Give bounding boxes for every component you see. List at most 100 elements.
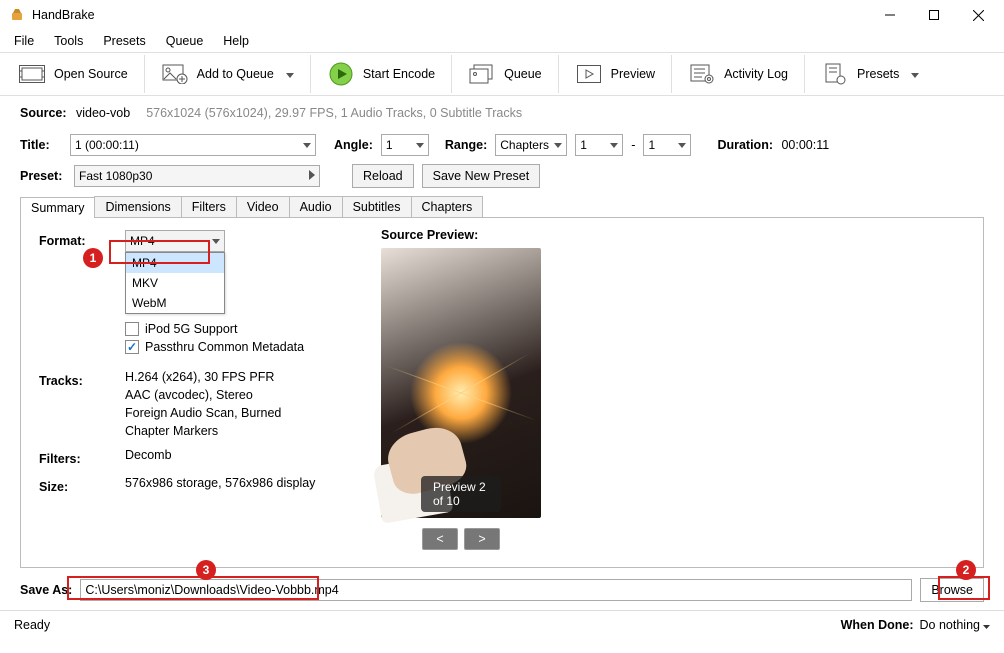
chevron-down-icon (416, 143, 424, 148)
passthru-label: Passthru Common Metadata (145, 340, 304, 354)
close-button[interactable] (956, 0, 1000, 30)
document-gear-icon (821, 63, 849, 85)
angle-select[interactable]: 1 (381, 134, 429, 156)
chevron-down-icon (212, 239, 220, 244)
checkmark-icon: ✓ (127, 341, 137, 353)
film-icon (18, 63, 46, 85)
title-select[interactable]: 1 (00:00:11) (70, 134, 316, 156)
status-text: Ready (14, 618, 50, 632)
status-bar: Ready When Done: Do nothing (0, 610, 1004, 638)
browse-button[interactable]: Browse (920, 578, 984, 602)
when-done-label: When Done: (841, 618, 914, 632)
source-label: Source: (20, 106, 68, 120)
tracks-label: Tracks: (39, 370, 101, 388)
angle-label: Angle: (334, 138, 373, 152)
activity-log-button[interactable]: Activity Log (676, 59, 800, 89)
tab-bar: Summary Dimensions Filters Video Audio S… (20, 196, 984, 218)
menu-bar: File Tools Presets Queue Help (0, 30, 1004, 52)
minimize-button[interactable] (868, 0, 912, 30)
tab-subtitles[interactable]: Subtitles (342, 196, 412, 217)
start-encode-button[interactable]: Start Encode (315, 59, 447, 89)
preset-label: Preset: (20, 169, 66, 183)
preview-next-button[interactable]: > (464, 528, 500, 550)
filters-label: Filters: (39, 448, 101, 466)
format-select[interactable]: MP4 (125, 230, 225, 252)
chevron-down-icon (303, 143, 311, 148)
track-line: AAC (avcodec), Stereo (125, 388, 281, 402)
source-info: 576x1024 (576x1024), 29.97 FPS, 1 Audio … (146, 106, 522, 120)
ipod-label: iPod 5G Support (145, 322, 237, 336)
title-label: Title: (20, 138, 62, 152)
preset-select[interactable]: Fast 1080p30 (74, 165, 320, 187)
ipod-support-checkbox[interactable]: iPod 5G Support (125, 322, 965, 336)
callout-2: 2 (956, 560, 976, 580)
range-mode-select[interactable]: Chapters (495, 134, 567, 156)
add-to-queue-button[interactable]: Add to Queue (149, 59, 306, 89)
size-label: Size: (39, 476, 101, 494)
tab-audio[interactable]: Audio (289, 196, 343, 217)
checkbox-box: ✓ (125, 340, 139, 354)
queue-label: Queue (504, 67, 542, 81)
preview-prev-button[interactable]: < (422, 528, 458, 550)
range-dash: - (631, 138, 635, 152)
range-from-select[interactable]: 1 (575, 134, 623, 156)
chevron-down-icon (911, 67, 919, 81)
menu-tools[interactable]: Tools (46, 32, 91, 50)
play-icon (327, 63, 355, 85)
reload-button[interactable]: Reload (352, 164, 414, 188)
source-preview-label: Source Preview: (381, 228, 541, 242)
queue-button[interactable]: Queue (456, 59, 554, 89)
tab-summary[interactable]: Summary (20, 197, 95, 218)
open-source-label: Open Source (54, 67, 128, 81)
save-as-label: Save As: (20, 583, 72, 597)
format-option-mkv[interactable]: MKV (126, 273, 224, 293)
menu-file[interactable]: File (6, 32, 42, 50)
chevron-right-icon (309, 169, 315, 183)
save-new-preset-button[interactable]: Save New Preset (422, 164, 541, 188)
log-icon (688, 63, 716, 85)
format-option-mp4[interactable]: MP4 (126, 253, 224, 273)
preview-label: Preview (611, 67, 655, 81)
format-dropdown-list: MP4 MKV WebM (125, 252, 225, 314)
tab-video[interactable]: Video (236, 196, 290, 217)
activity-log-label: Activity Log (724, 67, 788, 81)
preview-button[interactable]: Preview (563, 59, 667, 89)
filters-value: Decomb (125, 448, 172, 462)
chevron-down-icon (983, 618, 990, 632)
summary-panel: 1 Format: MP4 MP4 MKV WebM iPod 5G Suppo… (20, 218, 984, 568)
duration-label: Duration: (717, 138, 773, 152)
presets-button[interactable]: Presets (809, 59, 931, 89)
presets-label: Presets (857, 67, 899, 81)
duration-value: 00:00:11 (781, 138, 829, 152)
source-preview-image: Preview 2 of 10 (381, 248, 541, 518)
chevron-down-icon (610, 143, 618, 148)
range-label: Range: (445, 138, 487, 152)
preview-badge: Preview 2 of 10 (421, 476, 501, 512)
size-value: 576x986 storage, 576x986 display (125, 476, 315, 490)
callout-3: 3 (196, 560, 216, 580)
chevron-down-icon (554, 143, 562, 148)
app-icon (8, 6, 26, 24)
save-as-input[interactable] (80, 579, 912, 601)
when-done-dropdown[interactable]: Do nothing (920, 618, 990, 632)
source-name: video-vob (76, 106, 130, 120)
track-line: Foreign Audio Scan, Burned (125, 406, 281, 420)
callout-1: 1 (83, 248, 103, 268)
track-line: H.264 (x264), 30 FPS PFR (125, 370, 281, 384)
format-option-webm[interactable]: WebM (126, 293, 224, 313)
toolbar: Open Source Add to Queue Start Encode Qu… (0, 52, 1004, 96)
maximize-button[interactable] (912, 0, 956, 30)
chevron-down-icon (678, 143, 686, 148)
open-source-button[interactable]: Open Source (6, 59, 140, 89)
menu-queue[interactable]: Queue (158, 32, 212, 50)
tab-dimensions[interactable]: Dimensions (94, 196, 181, 217)
range-to-select[interactable]: 1 (643, 134, 691, 156)
format-label: Format: (39, 230, 101, 248)
tab-filters[interactable]: Filters (181, 196, 237, 217)
tab-chapters[interactable]: Chapters (411, 196, 484, 217)
menu-help[interactable]: Help (215, 32, 257, 50)
passthru-metadata-checkbox[interactable]: ✓ Passthru Common Metadata (125, 340, 965, 354)
window-title: HandBrake (32, 8, 868, 22)
checkbox-box (125, 322, 139, 336)
menu-presets[interactable]: Presets (95, 32, 153, 50)
